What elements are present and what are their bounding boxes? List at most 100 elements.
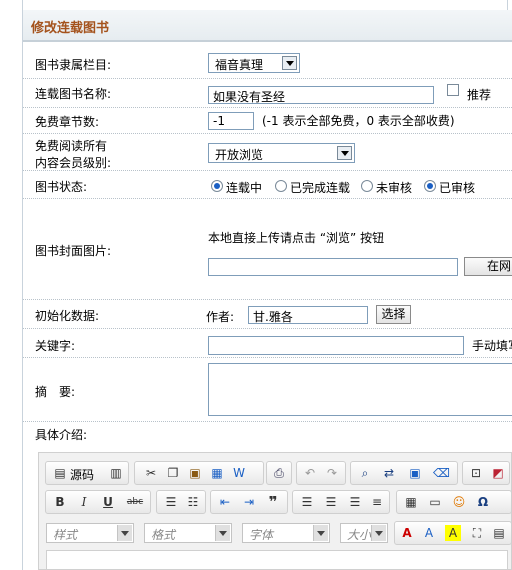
row-divider: [23, 107, 512, 108]
toolbar-group: B I U abc: [45, 490, 151, 514]
upload-online-button[interactable]: 在网: [464, 257, 512, 276]
bullet-list-icon[interactable]: ☷: [185, 494, 201, 510]
size-combo[interactable]: 大小: [340, 523, 388, 543]
align-left-icon[interactable]: ☰: [299, 494, 315, 510]
status-option-label: 未审核: [376, 181, 413, 195]
status-option-label: 连载中: [226, 181, 263, 195]
text-color-icon[interactable]: A: [399, 525, 415, 541]
align-center-icon[interactable]: ☰: [323, 494, 339, 510]
redo-icon[interactable]: ↷: [324, 465, 340, 481]
style-combo[interactable]: 样式: [46, 523, 134, 543]
preview-icon[interactable]: ⊡: [468, 465, 484, 481]
category-select[interactable]: 福音真理: [208, 53, 300, 73]
upload-online-button-label: 在网: [487, 259, 512, 273]
paste-text-icon[interactable]: ▦: [209, 465, 225, 481]
hr-icon[interactable]: ▭: [427, 494, 443, 510]
chevron-down-icon: [313, 525, 328, 541]
author-label: 作者:: [206, 310, 235, 324]
justify-icon[interactable]: ≡: [369, 494, 385, 510]
indent-icon[interactable]: ⇥: [241, 494, 257, 510]
size-combo-label: 大小: [347, 528, 372, 542]
chevron-down-icon: [371, 525, 386, 541]
remove-format-icon[interactable]: ⌫: [433, 465, 450, 481]
row-divider: [23, 421, 512, 422]
copy-icon[interactable]: ❐: [165, 465, 181, 481]
status-label: 图书状态:: [35, 180, 88, 194]
member-level-label-line2: 内容会员级别:: [35, 156, 112, 170]
status-radio-completed[interactable]: [275, 180, 287, 192]
format-combo-label: 格式: [151, 528, 176, 542]
source-icon[interactable]: ▤: [52, 465, 68, 481]
toolbar-group: ☰ ☰ ☰ ≡: [292, 490, 390, 514]
show-blocks-icon[interactable]: ▤: [491, 525, 507, 541]
cover-file-input[interactable]: [208, 258, 458, 276]
recommend-checkbox[interactable]: [447, 84, 459, 96]
bold-icon[interactable]: B: [52, 494, 68, 510]
flash-icon[interactable]: ◩: [490, 465, 506, 481]
align-right-icon[interactable]: ☰: [347, 494, 363, 510]
special-char-icon[interactable]: Ω: [475, 494, 491, 510]
maximize-icon[interactable]: ⛶: [469, 525, 485, 541]
outdent-icon[interactable]: ⇤: [217, 494, 233, 510]
source-button-label[interactable]: 源码: [70, 466, 94, 483]
select-all-icon[interactable]: ▣: [407, 465, 423, 481]
toolbar-group: ✂ ❐ ▣ ▦ W: [134, 461, 264, 485]
italic-icon[interactable]: I: [76, 494, 92, 510]
select-author-button-label: 选择: [381, 307, 406, 321]
print-icon[interactable]: ⎙: [271, 465, 287, 481]
font-combo-label: 字体: [249, 528, 274, 542]
blockquote-icon[interactable]: ❞: [265, 494, 281, 510]
style-combo-label: 样式: [53, 528, 78, 542]
summary-textarea[interactable]: [208, 363, 512, 416]
template-icon[interactable]: ▥: [108, 465, 124, 481]
row-divider: [23, 357, 512, 358]
keywords-input[interactable]: [208, 336, 464, 355]
replace-icon[interactable]: ⇄: [381, 465, 397, 481]
find-icon[interactable]: ⌕: [357, 465, 373, 481]
smiley-icon[interactable]: ☺: [451, 494, 467, 510]
member-level-select[interactable]: 开放浏览: [208, 143, 355, 163]
summary-label: 摘 要:: [35, 385, 76, 399]
row-divider: [23, 78, 512, 79]
bg-color-icon[interactable]: A: [421, 525, 437, 541]
table-icon[interactable]: ▦: [403, 494, 419, 510]
chevron-down-icon: [282, 56, 297, 70]
chevron-down-icon: [215, 525, 230, 541]
free-chapters-label: 免费章节数:: [35, 115, 100, 129]
keywords-hint: 手动填写: [472, 339, 512, 353]
intro-label: 具体介绍:: [35, 428, 88, 442]
chevron-down-icon: [117, 525, 132, 541]
format-combo[interactable]: 格式: [144, 523, 232, 543]
cover-label: 图书封面图片:: [35, 244, 112, 258]
underline-icon[interactable]: U: [100, 494, 116, 510]
recommend-label: 推荐: [467, 88, 492, 102]
highlight-icon[interactable]: A: [445, 525, 461, 541]
page-title: 修改连载图书: [31, 21, 110, 36]
toolbar-group: ⎙: [266, 461, 292, 485]
status-radio-reviewed[interactable]: [424, 180, 436, 192]
cut-icon[interactable]: ✂: [143, 465, 159, 481]
toolbar-group: A A A ⛶ ▤: [394, 521, 512, 545]
status-radio-serializing[interactable]: [211, 180, 223, 192]
paste-word-icon[interactable]: W: [231, 465, 247, 481]
book-name-input[interactable]: 如果没有圣经: [208, 86, 434, 104]
strike-icon[interactable]: abc: [124, 494, 146, 510]
member-level-label-line1: 免费阅读所有: [35, 139, 108, 153]
editor-content-area[interactable]: [46, 550, 508, 570]
top-strip: [0, 0, 512, 10]
free-chapters-input[interactable]: -1: [208, 112, 254, 130]
toolbar-group: ⇤ ⇥ ❞: [210, 490, 288, 514]
init-data-label: 初始化数据:: [35, 309, 100, 323]
member-level-select-value: 开放浏览: [215, 148, 264, 162]
chevron-down-icon: [337, 146, 352, 160]
author-input[interactable]: 甘.雅各: [248, 306, 368, 324]
font-combo[interactable]: 字体: [242, 523, 330, 543]
paste-icon[interactable]: ▣: [187, 465, 203, 481]
row-divider: [23, 133, 512, 134]
select-author-button[interactable]: 选择: [376, 305, 411, 324]
undo-icon[interactable]: ↶: [302, 465, 318, 481]
toolbar-group: ☰ ☷: [156, 490, 206, 514]
ordered-list-icon[interactable]: ☰: [163, 494, 179, 510]
toolbar-group: ⊡ ◩: [462, 461, 510, 485]
status-radio-unreviewed[interactable]: [361, 180, 373, 192]
